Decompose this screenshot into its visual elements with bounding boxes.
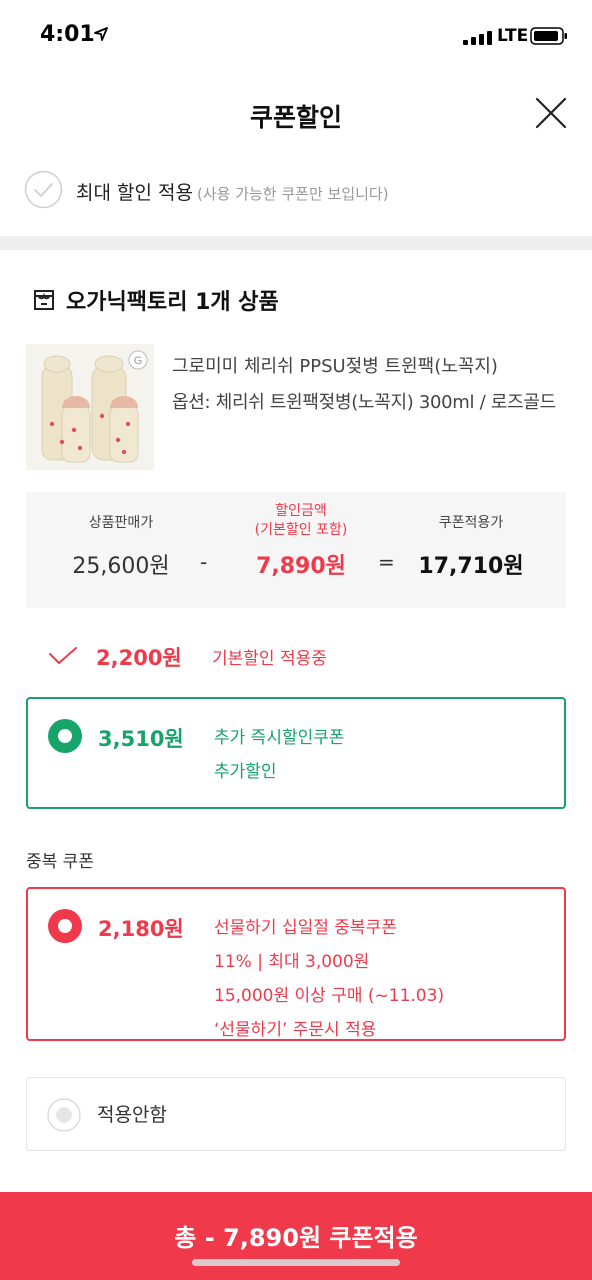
no-coupon-label: 적용안함 (97, 1104, 167, 1126)
coupon-price-value: 17,710원 (418, 554, 524, 579)
duplicate-coupon-title: 중복 쿠폰 (26, 852, 94, 872)
price-summary: 상품판매가 25,600원 할인금액 (기본할인 포함) 7,890원 쿠폰적용… (26, 492, 566, 608)
duplicate-coupon-amount: 2,180원 (98, 917, 184, 941)
sale-price-column: 상품판매가 25,600원 (46, 492, 196, 608)
home-indicator[interactable] (192, 1259, 400, 1266)
sale-price-value: 25,600원 (72, 554, 170, 579)
basic-discount-text: 기본할인 적용중 (212, 649, 327, 669)
discount-label-line2: (기본할인 포함) (254, 522, 348, 538)
max-discount-note: (사용 가능한 쿠폰만 보입니다) (196, 185, 389, 203)
location-arrow-icon (94, 27, 108, 41)
instant-coupon-line1: 추가 즉시할인쿠폰 (214, 728, 345, 748)
max-discount-text: 최대 할인 적용 (76, 182, 193, 204)
product-item: G 그로미미 체리쉬 PPSU젖병 트윈팩(노꼭지) 옵션: 체리쉬 트윈팩젖병… (26, 344, 576, 474)
basic-discount-row: 2,200원 기본할인 적용중 (48, 640, 568, 676)
instant-coupon-amount: 3,510원 (98, 727, 184, 751)
section-divider (0, 236, 592, 250)
checkmark-icon (49, 647, 77, 664)
signal-icon (463, 31, 492, 45)
instant-coupon-line2: 추가할인 (214, 762, 277, 782)
radio-unselected-icon[interactable] (47, 1098, 81, 1132)
store-name: 오가닉팩토리 1개 상품 (66, 290, 279, 315)
instant-coupon-option[interactable]: 3,510원 추가 즉시할인쿠폰 추가할인 (26, 697, 566, 809)
coupon-price-label: 쿠폰적용가 (438, 515, 504, 531)
coupon-price-column: 쿠폰적용가 17,710원 (396, 492, 546, 608)
duplicate-coupon-option[interactable]: 2,180원 선물하기 십일절 중복쿠폰 11% | 최대 3,000원 15,… (26, 887, 566, 1041)
instant-coupon-details: 추가 즉시할인쿠폰 추가할인 (214, 721, 345, 789)
discount-label: 할인금액 (기본할인 포함) (226, 502, 376, 540)
duplicate-coupon-line3: 15,000원 이상 구매 (~11.03) (214, 986, 445, 1006)
max-discount-toggle[interactable]: 최대 할인 적용 (사용 가능한 쿠폰만 보입니다) (24, 170, 584, 210)
check-circle-icon[interactable] (24, 170, 63, 209)
store-header: 오가닉팩토리 1개 상품 (32, 284, 572, 318)
status-bar: 4:01 LTE (0, 0, 592, 72)
basic-discount-amount: 2,200원 (96, 646, 182, 670)
apply-coupon-label: 총 - 7,890원 쿠폰적용 (174, 1224, 418, 1252)
close-icon[interactable] (534, 96, 568, 130)
duplicate-coupon-line4: ‘선물하기’ 주문시 적용 (214, 1020, 377, 1040)
equals-sign: = (378, 550, 395, 574)
product-option: 옵션: 체리쉬 트윈팩젖병(노꼭지) 300ml / 로즈골드 (172, 392, 556, 413)
apply-coupon-button[interactable]: 총 - 7,890원 쿠폰적용 (0, 1192, 592, 1280)
product-image[interactable]: G (26, 344, 154, 470)
store-icon (34, 290, 54, 310)
minus-sign: - (200, 550, 208, 574)
page-title: 쿠폰할인 (249, 103, 342, 132)
duplicate-coupon-line2: 11% | 최대 3,000원 (214, 952, 370, 972)
product-name: 그로미미 체리쉬 PPSU젖병 트윈팩(노꼭지) (172, 356, 498, 377)
radio-selected-icon[interactable] (48, 719, 82, 753)
battery-icon (530, 27, 567, 45)
radio-selected-icon[interactable] (48, 909, 82, 943)
duplicate-coupon-details: 선물하기 십일절 중복쿠폰 11% | 최대 3,000원 15,000원 이상… (214, 911, 444, 1047)
network-label: LTE (497, 26, 529, 46)
sale-price-label: 상품판매가 (88, 515, 154, 531)
no-coupon-option[interactable]: 적용안함 (26, 1077, 566, 1151)
discount-column: 할인금액 (기본할인 포함) 7,890원 (226, 492, 376, 608)
modal-header: 쿠폰할인 (0, 72, 592, 156)
max-discount-label: 최대 할인 적용 (사용 가능한 쿠폰만 보입니다) (76, 178, 389, 205)
product-badge: G (134, 355, 143, 367)
discount-label-line1: 할인금액 (275, 503, 327, 519)
discount-value: 7,890원 (256, 554, 346, 579)
status-time: 4:01 (40, 22, 95, 47)
duplicate-coupon-line1: 선물하기 십일절 중복쿠폰 (214, 918, 397, 938)
